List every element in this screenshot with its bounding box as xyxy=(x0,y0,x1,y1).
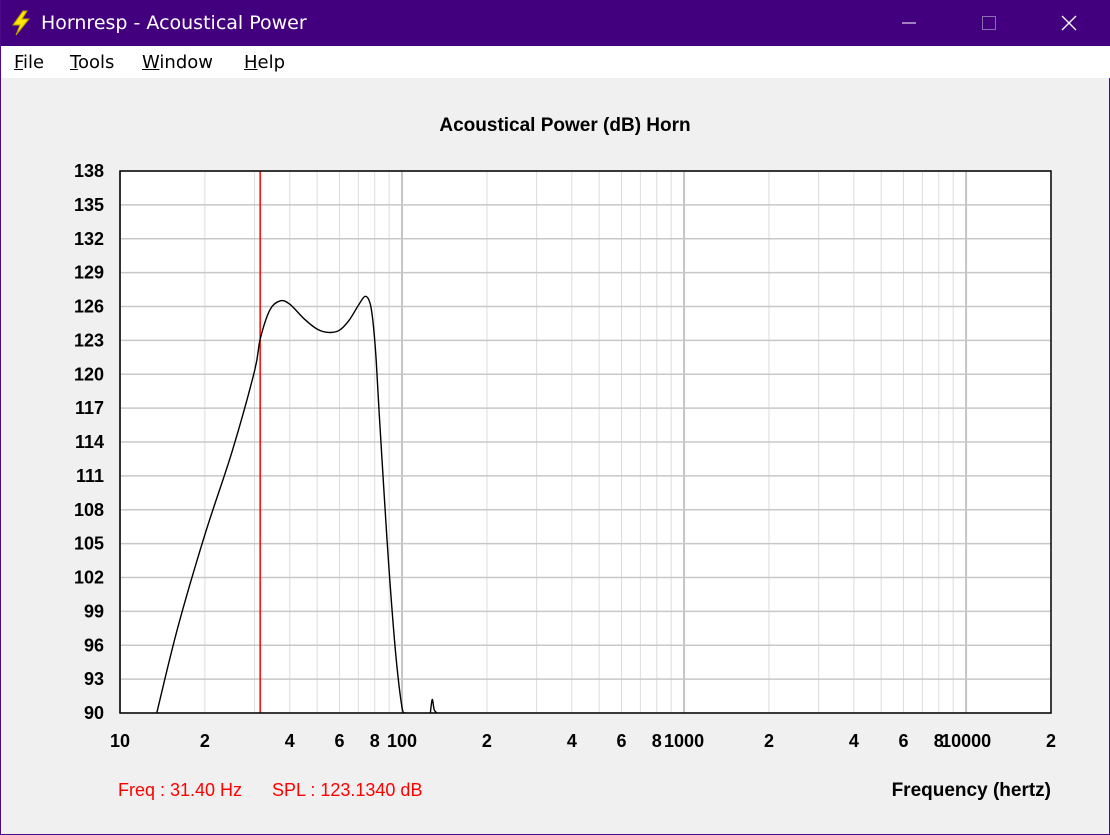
y-tick-label: 126 xyxy=(74,297,104,317)
y-tick-label: 99 xyxy=(84,601,104,621)
x-tick-label: 2 xyxy=(1046,731,1056,751)
y-tick-label: 93 xyxy=(84,669,104,689)
y-tick-label: 108 xyxy=(74,500,104,520)
y-tick-label: 90 xyxy=(84,703,104,723)
x-tick-label: 4 xyxy=(285,731,295,751)
y-tick-label: 111 xyxy=(76,466,104,486)
y-tick-label: 102 xyxy=(74,568,104,588)
x-tick-label: 6 xyxy=(616,731,626,751)
x-tick-label: 2 xyxy=(482,731,492,751)
y-tick-label: 96 xyxy=(84,635,104,655)
x-tick-label: 2 xyxy=(200,731,210,751)
y-tick-label: 114 xyxy=(75,432,104,452)
x-tick-label: 4 xyxy=(567,731,577,751)
acoustical-power-chart[interactable]: 1381351321291261231201171141111081051029… xyxy=(1,0,1110,835)
y-tick-label: 123 xyxy=(74,330,104,350)
y-tick-label: 117 xyxy=(75,398,104,418)
y-tick-label: 120 xyxy=(74,364,104,384)
x-tick-label: 4 xyxy=(849,731,859,751)
x-tick-label: 1000 xyxy=(664,731,704,751)
x-tick-label: 6 xyxy=(334,731,344,751)
x-tick-label: 8 xyxy=(370,731,380,751)
x-tick-label: 6 xyxy=(899,731,909,751)
x-tick-label: 10 xyxy=(110,731,130,751)
y-tick-label: 132 xyxy=(74,229,104,249)
y-tick-label: 129 xyxy=(74,263,104,283)
x-axis-label: Frequency (hertz) xyxy=(891,780,1051,801)
spl-readout: SPL : 123.1340 dB xyxy=(272,780,423,800)
x-tick-label: 8 xyxy=(652,731,662,751)
y-tick-label: 135 xyxy=(74,195,104,215)
x-tick-label: 2 xyxy=(764,731,774,751)
freq-readout: Freq : 31.40 Hz xyxy=(118,780,243,800)
y-tick-label: 138 xyxy=(74,161,104,181)
y-tick-label: 105 xyxy=(74,534,104,554)
app-window: Hornresp - Acoustical Power File Tools W… xyxy=(0,0,1110,835)
x-tick-label: 100 xyxy=(387,731,417,751)
x-tick-label: 10000 xyxy=(941,731,991,751)
